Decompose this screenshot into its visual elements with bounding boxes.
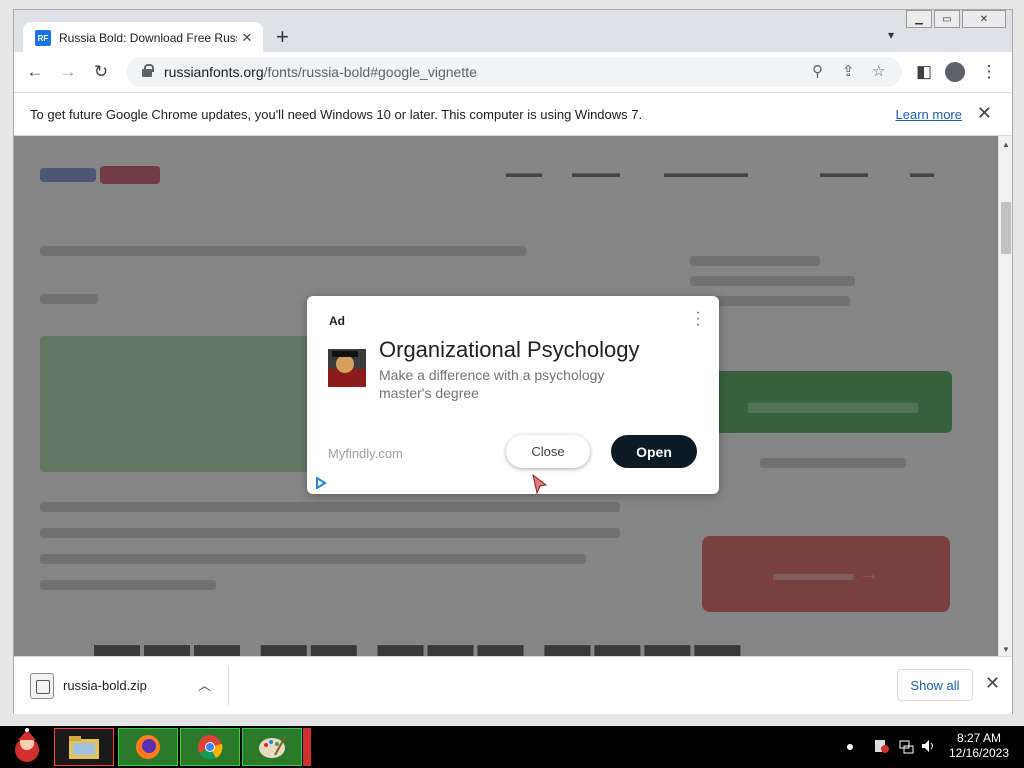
ad-domain[interactable]: Myfindly.com (328, 446, 403, 461)
maximize-icon[interactable]: ▭ (934, 10, 960, 28)
scroll-up-icon[interactable]: ▲ (1002, 140, 1010, 149)
reload-icon[interactable]: ↻ (90, 62, 112, 82)
ad-open-button[interactable]: Open (611, 435, 697, 468)
zoom-search-icon[interactable]: ⚲ (812, 62, 823, 80)
tab-title: Russia Bold: Download Free Russ (59, 31, 237, 45)
browser-tab[interactable]: RF Russia Bold: Download Free Russ ✕ (23, 22, 263, 54)
url-text[interactable]: russianfonts.org/fonts/russia-bold#googl… (164, 64, 477, 80)
learn-more-link[interactable]: Learn more (896, 107, 962, 122)
minimize-icon[interactable]: ▁ (906, 10, 932, 28)
taskbar-chrome[interactable] (180, 728, 240, 766)
vertical-scrollbar[interactable]: ▲ ▼ (998, 136, 1012, 656)
taskbar-clock[interactable]: 8:27 AM 12/16/2023 (944, 731, 1014, 761)
mouse-cursor-icon (532, 474, 548, 494)
windows-taskbar: 8:27 AM 12/16/2023 (0, 726, 1024, 768)
ad-title[interactable]: Organizational Psychology (379, 337, 639, 363)
firefox-icon (136, 735, 160, 759)
clock-date: 12/16/2023 (948, 746, 1010, 760)
network-icon[interactable] (898, 738, 914, 754)
download-filename[interactable]: russia-bold.zip (63, 678, 147, 693)
lock-icon[interactable] (142, 64, 154, 77)
kebab-menu-icon[interactable]: ⋮ (978, 62, 1000, 82)
tray-dot-icon[interactable] (847, 744, 853, 750)
chevron-up-icon[interactable]: ︿ (198, 675, 211, 694)
show-all-button[interactable]: Show all (897, 669, 973, 701)
paint-palette-icon (259, 736, 286, 758)
scroll-down-icon[interactable]: ▼ (1002, 645, 1010, 654)
infobar-close-icon[interactable]: ✕ (977, 103, 992, 124)
shelf-close-icon[interactable]: ✕ (985, 673, 1000, 694)
browser-toolbar: ← → ↻ russianfonts.org/fonts/russia-bold… (14, 52, 1012, 92)
window-close-icon[interactable]: ✕ (962, 10, 1006, 28)
ad-dialog: Ad · · · Organizational Psychology Make a … (307, 296, 719, 494)
ad-description[interactable]: Make a difference with a psychology mast… (379, 366, 649, 402)
infobar-message: To get future Google Chrome updates, you… (30, 107, 643, 122)
taskbar-paint[interactable] (242, 728, 302, 766)
folder-icon (69, 736, 99, 759)
clock-time: 8:27 AM (956, 731, 1002, 745)
chrome-icon (198, 735, 223, 760)
tab-strip: RF Russia Bold: Download Free Russ ✕ + ▾… (14, 10, 1012, 54)
ad-menu-icon[interactable]: · · · (695, 305, 701, 333)
back-icon[interactable]: ← (24, 62, 46, 82)
side-panel-icon[interactable]: ◧ (913, 62, 935, 82)
update-infobar: To get future Google Chrome updates, you… (14, 92, 1012, 136)
zip-file-icon[interactable] (30, 673, 54, 699)
taskbar-firefox[interactable] (118, 728, 178, 766)
ad-label: Ad (329, 314, 345, 328)
window-controls: ▁ ▭ ✕ (904, 10, 1006, 28)
site-favicon-icon: RF (35, 30, 51, 46)
shelf-divider (228, 667, 229, 705)
volume-icon[interactable] (920, 738, 936, 754)
ad-image[interactable] (328, 349, 366, 387)
ad-close-button[interactable]: Close (506, 435, 590, 468)
forward-icon[interactable]: → (57, 62, 79, 82)
chrome-window: RF Russia Bold: Download Free Russ ✕ + ▾… (13, 9, 1013, 714)
scrollbar-thumb[interactable] (1001, 202, 1011, 254)
new-tab-icon[interactable]: + (276, 26, 289, 48)
adchoices-icon[interactable] (315, 477, 327, 489)
tab-search-icon[interactable]: ▾ (888, 28, 894, 42)
address-bar[interactable]: russianfonts.org/fonts/russia-bold#googl… (126, 57, 902, 87)
bookmark-star-icon[interactable]: ☆ (872, 62, 885, 80)
download-shelf: russia-bold.zip ︿ Show all ✕ (14, 656, 1012, 714)
start-button-icon[interactable] (4, 728, 50, 766)
share-icon[interactable]: ⇪ (842, 62, 855, 80)
flag-warning-icon[interactable] (874, 738, 890, 754)
taskbar-separator (303, 728, 311, 766)
tab-close-icon[interactable]: ✕ (239, 30, 255, 46)
profile-avatar-icon[interactable] (945, 62, 965, 82)
taskbar-file-explorer[interactable] (54, 728, 114, 766)
